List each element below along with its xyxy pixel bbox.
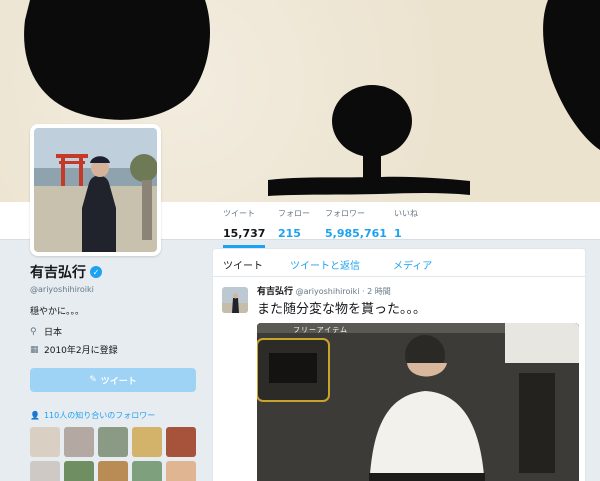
- timeline-card: ツイート ツイートと返信 メディア 有吉弘行 @ariyoshihiroiki …: [212, 248, 586, 481]
- stat-likes[interactable]: いいね 1: [394, 208, 418, 241]
- followers-you-know-link[interactable]: 👤 110人の知り合いのフォロワー: [30, 410, 200, 421]
- stat-following-label: フォロー: [278, 209, 310, 218]
- media-photo-art: [257, 323, 579, 481]
- location-pin-icon: ⚲: [30, 326, 37, 337]
- timeline-tabs: ツイート ツイートと返信 メディア: [213, 249, 585, 277]
- follower-avatar[interactable]: [98, 427, 128, 457]
- follower-avatar[interactable]: [64, 427, 94, 457]
- stat-followers[interactable]: フォロワー 5,985,761: [325, 208, 387, 241]
- follower-avatar[interactable]: [30, 427, 60, 457]
- profile-name[interactable]: 有吉弘行: [30, 262, 86, 282]
- stat-followers-label: フォロワー: [325, 209, 365, 218]
- tweet-media-photo[interactable]: フリーアイテム: [257, 323, 579, 481]
- follower-avatar[interactable]: [166, 461, 196, 481]
- profile-joined-row: ▦ 2010年2月に登録: [30, 343, 200, 357]
- calendar-icon: ▦: [30, 344, 39, 355]
- tweet-text: また随分変な物を貰った。。。: [257, 302, 427, 317]
- tab-tweets-and-replies[interactable]: ツイートと返信: [290, 257, 360, 272]
- tweet-header: 有吉弘行 @ariyoshihiroiki · 2 時間: [257, 287, 391, 297]
- tab-tweets[interactable]: ツイート: [223, 257, 263, 272]
- follower-avatar[interactable]: [132, 461, 162, 481]
- stat-tweets[interactable]: ツイート 15,737: [223, 208, 266, 248]
- follower-avatar[interactable]: [166, 427, 196, 457]
- tweet-timestamp[interactable]: 2 時間: [367, 287, 391, 296]
- quill-icon: ✎: [89, 375, 97, 385]
- followers-you-know-label: 110人の知り合いのフォロワー: [43, 411, 156, 420]
- tweet-item[interactable]: 有吉弘行 @ariyoshihiroiki · 2 時間 また随分変な物を貰った…: [213, 277, 585, 481]
- stat-likes-value: 1: [394, 227, 402, 240]
- people-icon: 👤: [30, 411, 40, 420]
- media-caption: フリーアイテム: [293, 326, 349, 334]
- tweet-author-handle[interactable]: @ariyoshihiroiki: [296, 287, 360, 296]
- follower-avatar[interactable]: [30, 461, 60, 481]
- tab-media[interactable]: メディア: [393, 257, 432, 272]
- stat-following[interactable]: フォロー 215: [278, 208, 310, 241]
- profile-location-row: ⚲ 日本: [30, 325, 200, 339]
- profile-avatar[interactable]: [30, 124, 161, 256]
- tweet-author-name[interactable]: 有吉弘行: [257, 287, 293, 297]
- profile-handle[interactable]: @ariyoshihiroiki: [30, 285, 200, 294]
- profile-joined: 2010年2月に登録: [44, 346, 118, 356]
- follower-avatar[interactable]: [98, 461, 128, 481]
- followers-you-know-grid: [30, 427, 200, 481]
- profile-name-row: 有吉弘行 ✓: [30, 262, 200, 282]
- stat-following-value: 215: [278, 227, 301, 240]
- tweet-to-button[interactable]: ✎ ツイート: [30, 368, 196, 392]
- tweet-author-avatar[interactable]: [222, 287, 248, 313]
- profile-page: ツイート 15,737 フォロー 215 フォロワー 5,985,761 いいね…: [0, 0, 600, 481]
- follower-avatar[interactable]: [64, 461, 94, 481]
- follower-avatar[interactable]: [132, 427, 162, 457]
- tweet-author-avatar-photo: [222, 287, 248, 313]
- stat-tweets-value: 15,737: [223, 227, 266, 240]
- tweet-to-button-label: ツイート: [100, 376, 137, 387]
- stat-tweets-label: ツイート: [223, 209, 255, 218]
- profile-location: 日本: [44, 328, 63, 338]
- profile-bio: 穏やかに。。。: [30, 307, 85, 317]
- stat-likes-label: いいね: [394, 209, 418, 218]
- stat-followers-value: 5,985,761: [325, 227, 387, 240]
- avatar-photo: [34, 128, 157, 252]
- profile-info: 有吉弘行 ✓ @ariyoshihiroiki 穏やかに。。。 ⚲ 日本 ▦ 2…: [30, 262, 200, 481]
- verified-badge-icon: ✓: [90, 266, 102, 278]
